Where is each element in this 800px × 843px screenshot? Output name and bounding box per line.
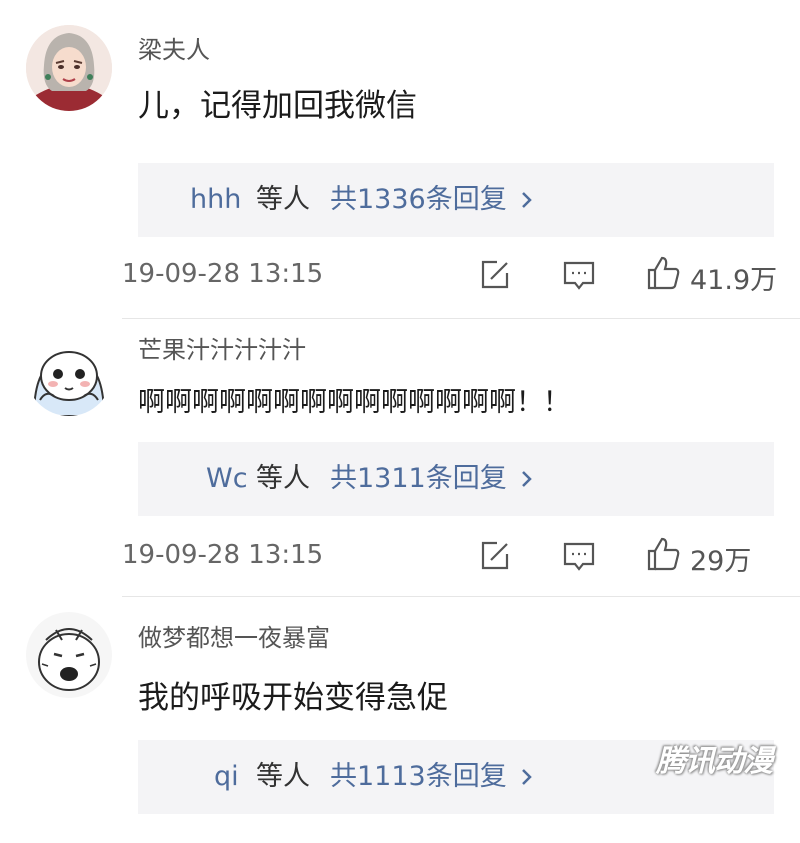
watermark-logo: 腾讯动漫 [656,744,773,779]
like-count: 29万 [690,546,752,577]
chevron-right-icon [520,442,534,545]
comment-timestamp: 19-09-28 13:15 [122,259,324,289]
comment-content: 啊啊啊啊啊啊啊啊啊啊啊啊啊啊！！ [138,387,570,418]
reply-username[interactable]: Wc [206,442,248,516]
comment-icon[interactable] [561,538,597,574]
comment-content: 儿，记得加回我微信 [138,88,417,124]
reply-others-label: 等人 [256,761,310,792]
avatar[interactable] [26,330,112,416]
divider [122,318,800,319]
comment-username[interactable]: 梁夫人 [138,30,210,65]
comment-icon[interactable] [561,257,597,293]
avatar-image [26,612,112,698]
like-count: 41.9万 [690,265,778,296]
comment-timestamp: 19-09-28 13:15 [122,540,324,570]
avatar-image [26,25,112,111]
comment-item: 梁夫人 儿，记得加回我微信 hhh 等人 共1336条回复 19-09-28 1… [0,0,800,320]
reply-count[interactable]: 共1336条回复 [330,163,507,237]
divider [122,596,800,597]
thumbs-up-icon[interactable] [645,536,681,572]
reply-others-label: 等人 [256,463,310,494]
reply-summary[interactable]: hhh 等人 共1336条回复 [138,163,774,237]
comment-username[interactable]: 做梦都想一夜暴富 [138,618,330,653]
reply-count[interactable]: 共1113条回复 [330,740,507,814]
comment-username[interactable]: 芒果汁汁汁汁汁 [138,330,306,365]
chevron-right-icon [520,740,534,843]
comment-content: 我的呼吸开始变得急促 [138,680,448,716]
reply-others-label: 等人 [256,184,310,215]
chevron-right-icon [520,163,534,266]
reply-count[interactable]: 共1311条回复 [330,442,507,516]
edit-icon[interactable] [477,257,513,293]
reply-username[interactable]: hhh [190,163,241,237]
avatar-image [26,330,112,416]
reply-summary[interactable]: Wc 等人 共1311条回复 [138,442,774,516]
avatar[interactable] [26,25,112,111]
comment-item: 芒果汁汁汁汁汁 啊啊啊啊啊啊啊啊啊啊啊啊啊啊！！ Wc 等人 共1311条回复 … [0,320,800,600]
reply-username[interactable]: qi [214,740,239,814]
avatar[interactable] [26,612,112,698]
thumbs-up-icon[interactable] [645,255,681,291]
edit-icon[interactable] [477,538,513,574]
